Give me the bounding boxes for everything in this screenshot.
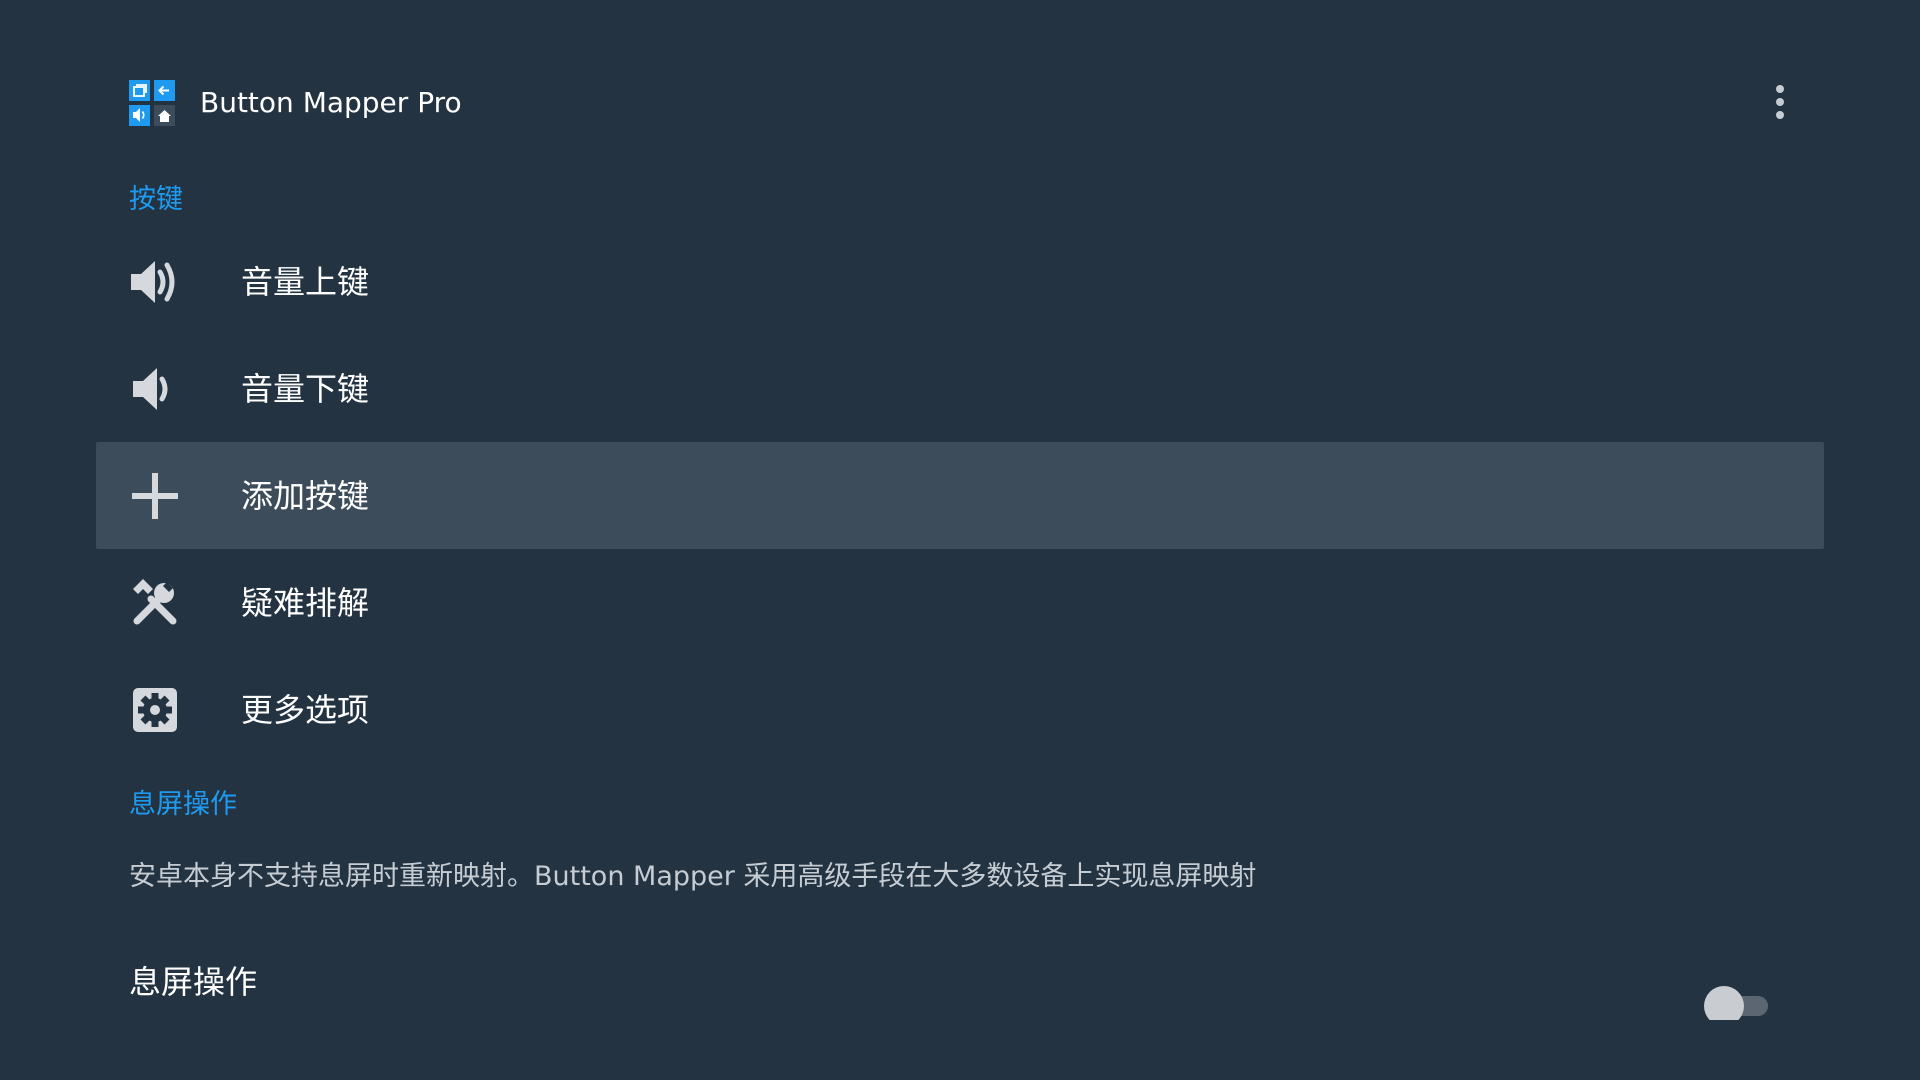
app-title: Button Mapper Pro [200,86,462,119]
screen-off-description: 安卓本身不支持息屏时重新映射。Button Mapper 采用高级手段在大多数设… [129,861,1257,892]
menu-item-add-button[interactable]: 添加按键 [96,442,1824,549]
menu-item-volume-down[interactable]: 音量下键 [96,335,1824,442]
menu-item-volume-up[interactable]: 音量上键 [96,228,1824,335]
screen: Button Mapper Pro 按键 音量上键 音量下键 添加按键 疑难排解… [0,0,1920,1080]
app-logo-icon [129,80,175,126]
menu-item-troubleshooting[interactable]: 疑难排解 [96,549,1824,656]
button-menu-list: 音量上键 音量下键 添加按键 疑难排解 更多选项 [96,228,1824,763]
menu-item-label: 更多选项 [241,690,370,729]
section-header-buttons: 按键 [129,184,183,215]
menu-item-label: 音量上键 [241,262,370,301]
more-vert-icon [1776,85,1784,119]
section-header-screen-off: 息屏操作 [129,789,237,820]
screen-off-toggle-row[interactable]: 息屏操作 [96,940,1824,1020]
menu-item-more-options[interactable]: 更多选项 [96,656,1824,763]
volume-up-icon [127,254,183,310]
gear-icon [127,682,183,738]
plus-icon [127,468,183,524]
screen-off-toggle-label: 息屏操作 [129,963,258,1001]
menu-item-label: 添加按键 [241,476,370,515]
screen-off-toggle-switch[interactable] [1704,976,1770,1020]
toggle-thumb [1704,986,1744,1020]
tools-icon [127,575,183,631]
app-bar: Button Mapper Pro [0,0,1920,190]
overflow-menu-button[interactable] [1760,72,1800,132]
menu-item-label: 音量下键 [241,369,370,408]
menu-item-label: 疑难排解 [241,583,370,622]
volume-down-icon [127,361,183,417]
